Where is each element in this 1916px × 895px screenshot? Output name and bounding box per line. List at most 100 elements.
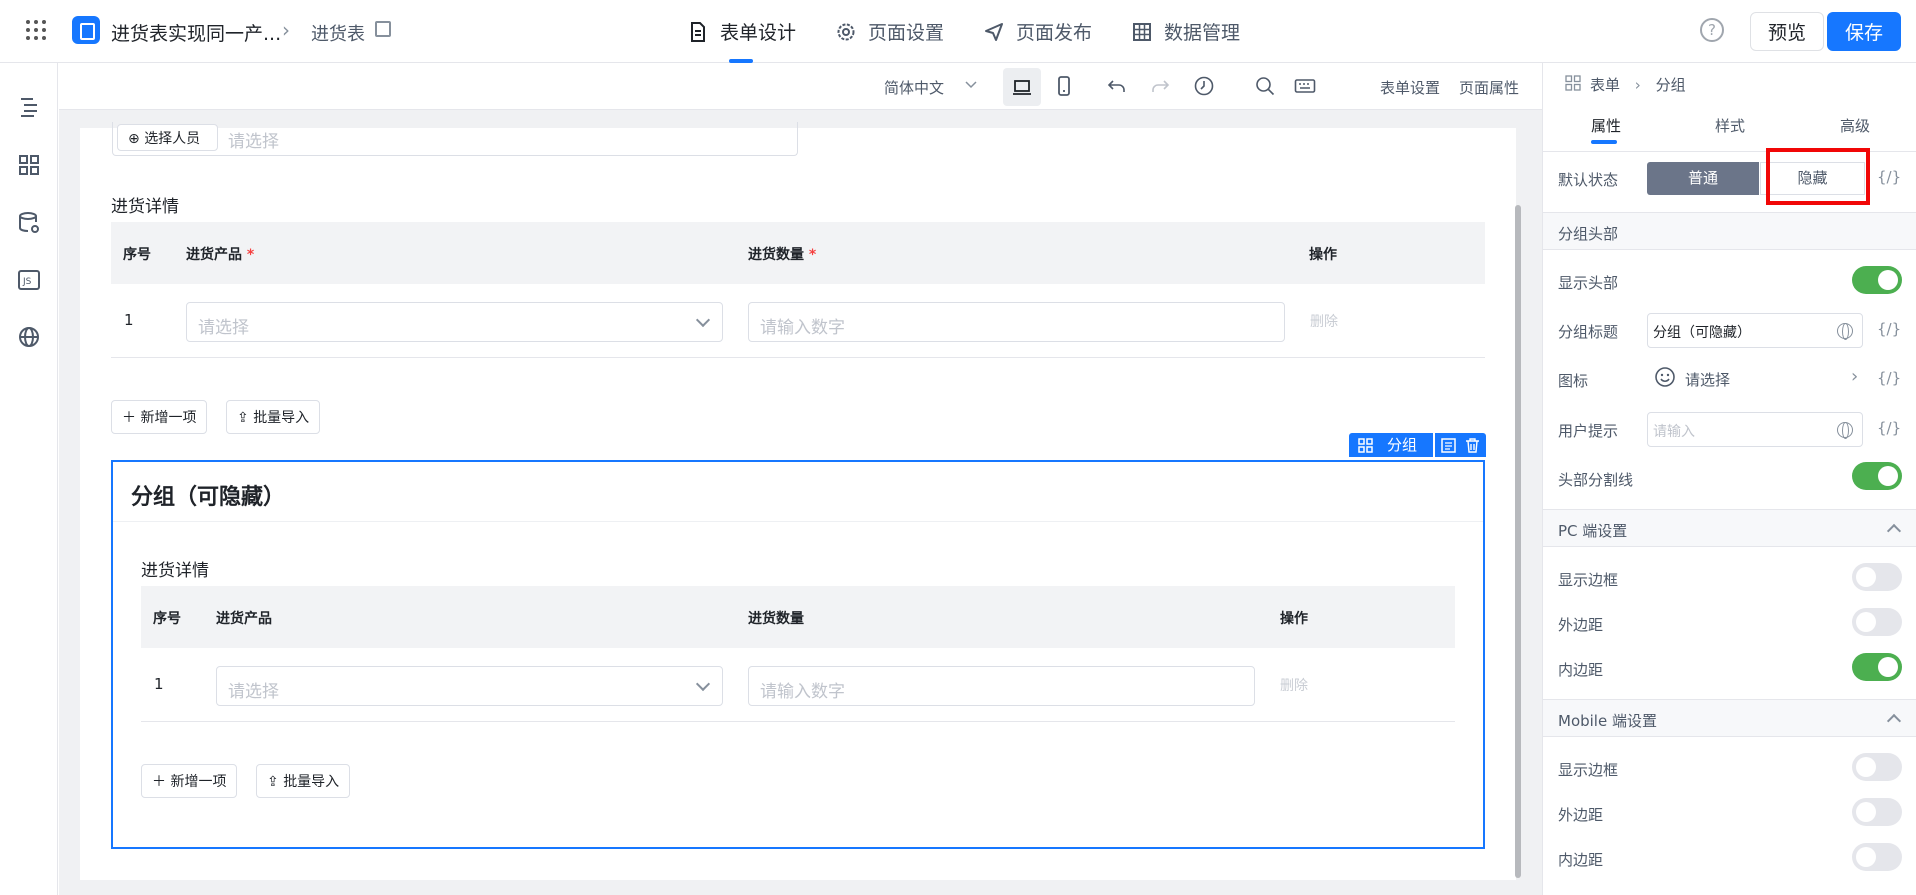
undo-icon[interactable] bbox=[1106, 75, 1128, 97]
tab-label: 表单设计 bbox=[720, 22, 797, 44]
pc-margin-toggle[interactable] bbox=[1852, 608, 1902, 636]
globe-icon[interactable] bbox=[17, 325, 41, 349]
chevron-right-icon[interactable]: › bbox=[1851, 366, 1858, 387]
pc-padding-label: 内边距 bbox=[1558, 661, 1604, 679]
main-tabs: 表单设计 页面设置 页面发布 数据管理 bbox=[688, 0, 1280, 63]
row-divider bbox=[141, 721, 1455, 722]
outline-tree-icon[interactable] bbox=[17, 95, 41, 119]
chevron-right-icon: › bbox=[282, 18, 290, 42]
history-icon[interactable] bbox=[1193, 75, 1215, 97]
mobile-settings-section[interactable]: Mobile 端设置 bbox=[1543, 699, 1916, 737]
user-hint-input[interactable]: 请输入 bbox=[1647, 412, 1863, 447]
detail-title: 进货详情 bbox=[111, 197, 179, 217]
row-divider bbox=[111, 357, 1485, 358]
user-hint-label: 用户提示 bbox=[1558, 422, 1619, 440]
add-item-button[interactable]: ＋ 新增一项 bbox=[111, 400, 208, 434]
code-icon[interactable]: {/} bbox=[1877, 369, 1901, 387]
tab-label: 页面发布 bbox=[1016, 22, 1093, 44]
pc-padding-toggle[interactable] bbox=[1852, 653, 1902, 681]
svg-text:JS: JS bbox=[22, 277, 32, 287]
search-icon[interactable] bbox=[1254, 75, 1276, 97]
header-divider-toggle[interactable] bbox=[1852, 462, 1902, 490]
select-person-button[interactable]: ⊕ 选择人员 bbox=[117, 124, 218, 151]
col-action: 操作 bbox=[1280, 611, 1308, 627]
active-tab-indicator bbox=[1591, 140, 1617, 144]
chevron-up-icon bbox=[1886, 523, 1902, 539]
tab-properties[interactable]: 属性 bbox=[1591, 115, 1621, 136]
quantity-input[interactable]: 请输入数字 bbox=[748, 302, 1285, 342]
icon-label: 图标 bbox=[1558, 372, 1589, 390]
page-properties-link[interactable]: 页面属性 bbox=[1459, 77, 1519, 98]
document-icon bbox=[688, 21, 708, 42]
tab-label: 页面设置 bbox=[868, 22, 945, 44]
upload-icon: ⇪ bbox=[237, 410, 249, 426]
state-normal-option[interactable]: 普通 bbox=[1647, 162, 1759, 195]
app-logo-icon bbox=[72, 16, 100, 44]
chevron-down-icon bbox=[695, 676, 711, 692]
pc-border-toggle[interactable] bbox=[1852, 563, 1902, 591]
chevron-right-icon: › bbox=[1634, 76, 1641, 94]
help-icon[interactable]: ? bbox=[1700, 18, 1724, 42]
desktop-view-button[interactable] bbox=[1003, 68, 1041, 106]
group-title-label: 分组标题 bbox=[1558, 323, 1619, 341]
javascript-icon[interactable]: JS bbox=[17, 268, 41, 292]
code-icon[interactable]: {/} bbox=[1877, 320, 1901, 338]
group-quantity-input[interactable]: 请输入数字 bbox=[748, 666, 1255, 706]
language-select[interactable]: 简体中文 bbox=[884, 77, 944, 98]
plus-circle-icon: ⊕ bbox=[128, 130, 140, 147]
group-product-select[interactable]: 请选择 bbox=[216, 666, 723, 706]
smiley-icon[interactable] bbox=[1654, 366, 1676, 392]
tab-data-management[interactable]: 数据管理 bbox=[1132, 0, 1240, 63]
mobile-border-toggle[interactable] bbox=[1852, 753, 1902, 781]
default-state-label: 默认状态 bbox=[1558, 171, 1619, 189]
tab-style[interactable]: 样式 bbox=[1715, 115, 1745, 136]
canvas-scrollbar[interactable] bbox=[1515, 205, 1521, 878]
mobile-margin-toggle[interactable] bbox=[1852, 798, 1902, 826]
table-icon bbox=[1132, 22, 1152, 42]
save-button[interactable]: 保存 bbox=[1827, 12, 1901, 51]
show-header-toggle[interactable] bbox=[1852, 266, 1902, 294]
mobile-margin-label: 外边距 bbox=[1558, 806, 1604, 824]
delete-icon[interactable] bbox=[1464, 437, 1481, 454]
globe-icon[interactable] bbox=[1837, 323, 1853, 340]
preview-button[interactable]: 预览 bbox=[1750, 12, 1824, 51]
batch-import-button[interactable]: ⇪ 批量导入 bbox=[226, 400, 321, 434]
globe-icon[interactable] bbox=[1837, 422, 1853, 439]
col-index: 序号 bbox=[123, 247, 151, 263]
left-sidebar: JS bbox=[0, 63, 58, 895]
edit-icon[interactable] bbox=[375, 21, 391, 37]
code-icon[interactable]: {/} bbox=[1877, 168, 1901, 186]
copy-icon[interactable] bbox=[1440, 437, 1457, 454]
form-settings-link[interactable]: 表单设置 bbox=[1380, 77, 1440, 98]
components-grid-icon[interactable] bbox=[17, 153, 41, 177]
panel-tabs: 属性 样式 高级 bbox=[1542, 110, 1916, 152]
icon-placeholder[interactable]: 请选择 bbox=[1685, 369, 1730, 390]
keyboard-icon[interactable] bbox=[1294, 75, 1316, 97]
tab-advanced[interactable]: 高级 bbox=[1840, 115, 1870, 136]
group-table-header: 序号 进货产品 进货数量 操作 bbox=[141, 586, 1455, 648]
group-delete-row-link[interactable]: 删除 bbox=[1280, 675, 1308, 695]
app-title[interactable]: 进货表实现同一产... bbox=[111, 19, 281, 46]
redo-icon[interactable] bbox=[1149, 75, 1171, 97]
mobile-padding-toggle[interactable] bbox=[1852, 843, 1902, 871]
database-settings-icon[interactable] bbox=[17, 211, 41, 235]
pc-settings-section[interactable]: PC 端设置 bbox=[1543, 509, 1916, 547]
tab-page-settings[interactable]: 页面设置 bbox=[836, 0, 944, 63]
tab-page-publish[interactable]: 页面发布 bbox=[984, 0, 1092, 63]
group-add-item-button[interactable]: ＋ 新增一项 bbox=[141, 764, 238, 798]
group-title-input[interactable]: 分组（可隐藏） bbox=[1647, 313, 1863, 348]
tab-form-design[interactable]: 表单设计 bbox=[688, 0, 796, 63]
chevron-down-icon[interactable] bbox=[963, 77, 985, 99]
product-select[interactable]: 请选择 bbox=[186, 302, 723, 342]
breadcrumb-page[interactable]: 进货表 bbox=[311, 20, 365, 46]
col-product: 进货产品 bbox=[216, 611, 272, 627]
mobile-padding-label: 内边距 bbox=[1558, 851, 1604, 869]
apps-grid-icon[interactable] bbox=[26, 20, 48, 42]
code-icon[interactable]: {/} bbox=[1877, 419, 1901, 437]
delete-row-link[interactable]: 删除 bbox=[1310, 311, 1338, 331]
crumb-form[interactable]: 表单 bbox=[1590, 76, 1620, 94]
mobile-view-icon[interactable] bbox=[1053, 75, 1075, 97]
col-action: 操作 bbox=[1309, 247, 1337, 263]
group-batch-import-button[interactable]: ⇪ 批量导入 bbox=[256, 764, 351, 798]
col-quantity: 进货数量 * bbox=[748, 247, 817, 263]
